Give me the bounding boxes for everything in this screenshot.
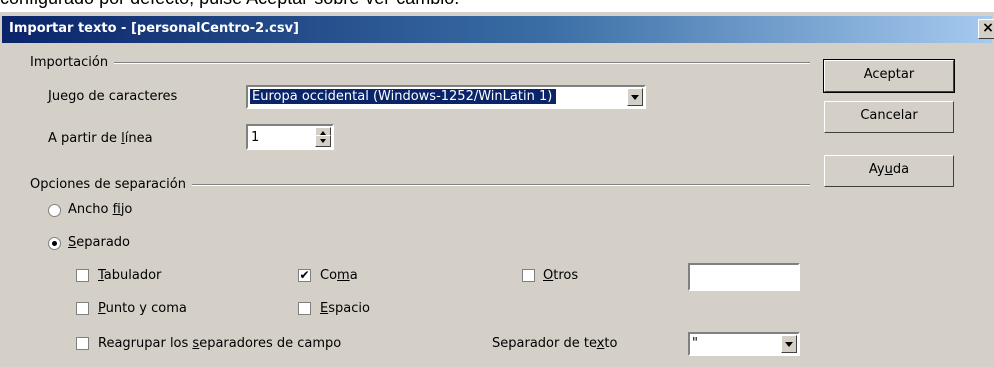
merge-separators-label[interactable]: Reagrupar los separadores de campo	[98, 336, 341, 351]
separator-group-label: Opciones de separación	[30, 177, 192, 192]
from-line-stepper[interactable]: 1	[246, 124, 334, 150]
import-text-dialog: Importar texto - [personalCentro-2.csv] …	[0, 12, 994, 367]
chevron-down-icon[interactable]	[781, 335, 797, 353]
text-separator-label: Separador de texto	[492, 336, 618, 351]
fixed-width-label[interactable]: Ancho fijo	[68, 202, 132, 217]
text-separator-value: "	[692, 336, 698, 351]
checkmark-icon: ✔	[299, 268, 310, 282]
text-separator-select[interactable]: "	[688, 332, 800, 356]
from-line-label: A partir de línea	[48, 131, 153, 146]
import-group-line	[30, 62, 810, 64]
other-checkbox[interactable]	[522, 269, 535, 282]
close-button[interactable]: ×	[978, 19, 994, 39]
fixed-width-radio[interactable]	[48, 204, 61, 217]
title-bar[interactable]: Importar texto - [personalCentro-2.csv] …	[2, 16, 994, 43]
tab-checkbox[interactable]	[76, 269, 89, 282]
separated-radio[interactable]	[48, 237, 61, 250]
semicolon-label[interactable]: Punto y coma	[98, 301, 187, 316]
chevron-down-icon[interactable]	[627, 88, 643, 106]
other-separator-input[interactable]	[688, 263, 800, 291]
merge-separators-checkbox[interactable]	[76, 337, 89, 350]
charset-label: Juego de caracteres	[48, 89, 178, 104]
charset-value: Europa occidental (Windows-1252/WinLatin…	[250, 89, 557, 104]
semicolon-checkbox[interactable]	[76, 302, 89, 315]
charset-select[interactable]: Europa occidental (Windows-1252/WinLatin…	[246, 85, 646, 109]
from-line-value: 1	[251, 130, 260, 145]
ok-button[interactable]: Aceptar	[823, 59, 955, 93]
space-checkbox[interactable]	[298, 302, 311, 315]
cancel-button[interactable]: Cancelar	[824, 101, 954, 133]
help-button[interactable]: Ayuda	[824, 155, 954, 187]
dialog-title: Importar texto - [personalCentro-2.csv]	[9, 21, 299, 36]
separated-label[interactable]: Separado	[68, 235, 130, 250]
import-group-label: Importación	[30, 55, 115, 70]
spin-down-icon[interactable]	[315, 135, 331, 147]
comma-label[interactable]: Coma	[320, 268, 358, 283]
space-label[interactable]: Espacio	[320, 301, 370, 316]
close-icon: ×	[982, 20, 994, 36]
comma-checkbox[interactable]: ✔	[298, 269, 311, 282]
other-label[interactable]: Otros	[543, 268, 578, 283]
tab-label[interactable]: Tabulador	[98, 268, 161, 283]
background-caption: configurado por defecto, pulse Aceptar-s…	[0, 0, 994, 10]
